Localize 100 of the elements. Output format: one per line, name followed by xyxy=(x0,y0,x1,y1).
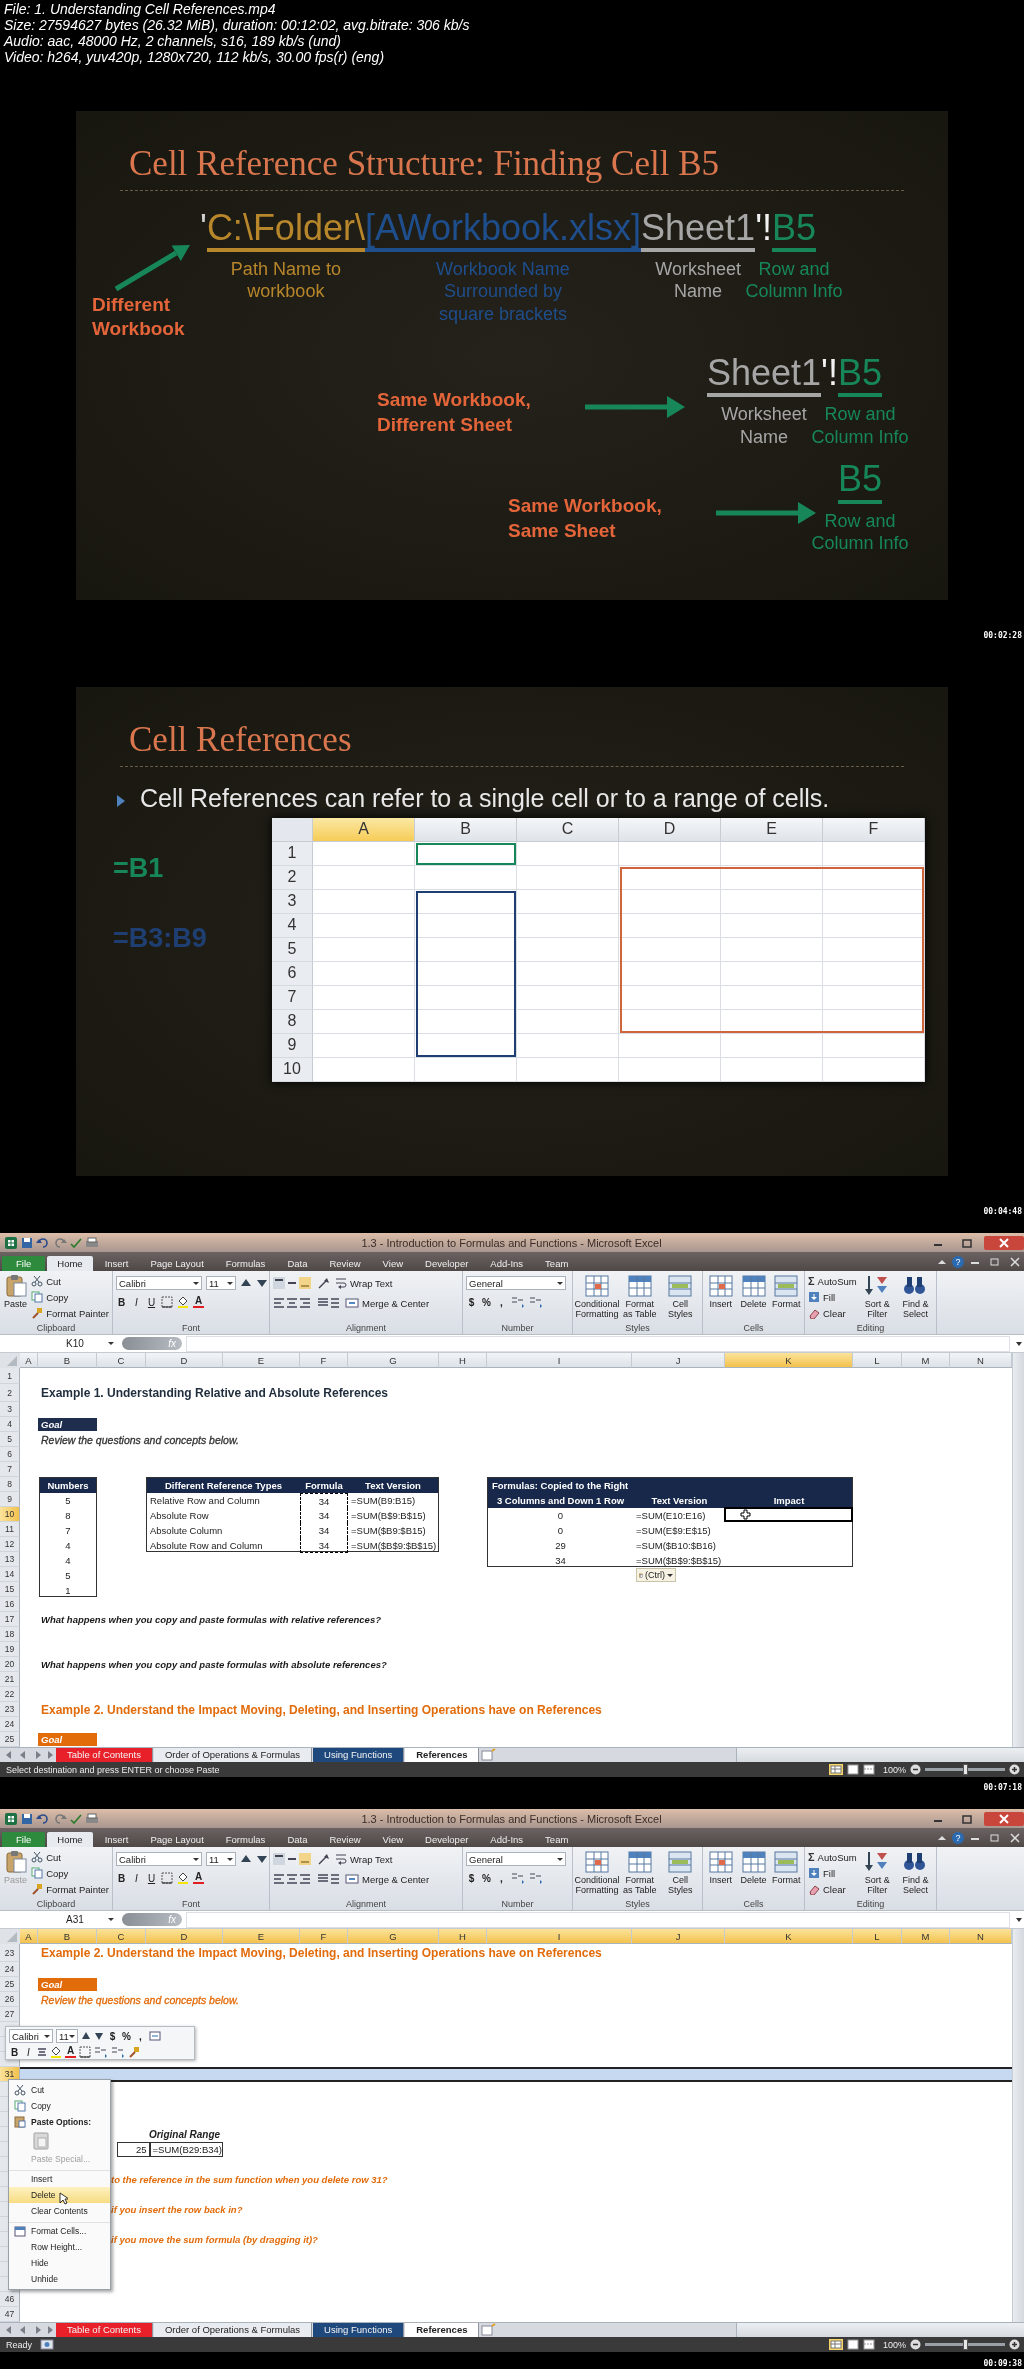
window-title: 1.3 - Introduction to Formulas and Functions - Microsoft Excel xyxy=(360,1236,663,1249)
reference-text: '! xyxy=(755,206,772,248)
group-label: Editing xyxy=(855,1898,886,1910)
caption-text: Worksheet Name xyxy=(721,403,807,449)
formula-text: =B1 xyxy=(113,851,165,884)
table-cell: =SUM(B29:B34) xyxy=(149,2142,223,2157)
slide-title: Cell References xyxy=(129,721,352,760)
column-header: F xyxy=(823,817,925,842)
column-header: A xyxy=(313,817,415,842)
sigma-icon: Σ xyxy=(808,1275,815,1287)
caption-text: Path Name to workbook xyxy=(230,257,341,303)
file-info-text: File: 1. Understanding Cell References.mp4 xyxy=(4,1,277,17)
file-info-text: Video: h264, yuv420p, 1280x720, 112 kb/s, 30.00 fps(r) (eng) xyxy=(4,49,386,65)
question-text: if you move the sum formula (by dragging it)? xyxy=(111,2233,319,2247)
status-text: Select destination and press ENTER or choose Paste xyxy=(6,1764,220,1775)
instruction-text: Review the questions and concepts below. xyxy=(40,1992,239,2007)
row-header: 3 xyxy=(272,889,313,914)
menu-header: Paste Options: xyxy=(9,2114,110,2130)
window-title: 1.3 - Introduction to Formulas and Functions - Microsoft Excel xyxy=(360,1812,663,1825)
table-cell: 34 xyxy=(300,1508,348,1523)
table-cell-text: Absolute Row xyxy=(149,1509,210,1523)
table-header: Text Version xyxy=(633,1493,726,1508)
question-text: What happens when you copy and paste formulas with relative references? xyxy=(40,1613,382,1627)
group-label: Styles xyxy=(624,1322,651,1334)
table-cell-text: =SUM($B$9:$B$15) xyxy=(635,1554,723,1568)
question-text: if you insert the row back in? xyxy=(111,2203,244,2217)
row-header: 5 xyxy=(272,937,313,962)
group-label: Clipboard xyxy=(35,1322,77,1334)
row-header: 4 xyxy=(272,913,313,938)
goal-label: Goal xyxy=(38,1733,97,1746)
table-cell-text: =SUM(E10:E16) xyxy=(635,1509,707,1523)
table-cell-text: Relative Row and Column xyxy=(149,1494,261,1508)
instruction-text: Review the questions and concepts below. xyxy=(40,1432,239,1447)
section-heading: Example 2. Understand the Impact Moving, Deleting, and Inserting Operations have on References xyxy=(40,1945,603,1962)
table-cell-text: 1 xyxy=(64,1584,72,1598)
group-label: Clipboard xyxy=(35,1898,77,1910)
column-header: D xyxy=(619,817,721,842)
reference-text: B5 xyxy=(837,351,882,394)
group-label: Number xyxy=(500,1898,535,1910)
table-cell-text: 4 xyxy=(64,1539,72,1553)
reference-text: Sheet1 xyxy=(706,351,822,394)
example-label: Different Workbook xyxy=(92,292,186,342)
example-label: Same Workbook, Same Sheet xyxy=(507,494,663,543)
table-header: Different Reference Types xyxy=(147,1478,300,1493)
goal-label: Goal xyxy=(38,1978,97,1991)
table-cell-text: 5 xyxy=(64,1569,72,1583)
table-cell-text: 0 xyxy=(556,1509,565,1523)
table-cell-text: 8 xyxy=(64,1509,72,1523)
timestamp: 00:07:18 xyxy=(983,1783,1022,1793)
timestamp: 00:04:48 xyxy=(983,1207,1022,1217)
timestamp: 00:02:28 xyxy=(983,631,1022,641)
table-cell-text: 0 xyxy=(556,1524,565,1538)
column-header: C xyxy=(517,817,619,842)
group-label: Number xyxy=(500,1322,535,1334)
table-cell-text: =SUM(B$9:B$15) xyxy=(350,1509,427,1523)
question-text: to the reference in the sum function when you delete row 31? xyxy=(111,2173,389,2187)
group-label: Alignment xyxy=(345,1898,387,1910)
column-header: B xyxy=(415,817,517,842)
section-heading: Example 2. Understand the Impact Moving, Deleting, and Inserting Operations have on References xyxy=(40,1702,603,1717)
caption-text: Worksheet Name xyxy=(655,257,741,303)
sigma-icon: Σ xyxy=(808,1851,815,1863)
bullet-text: Cell References can refer to a single cell or to a range of cells. xyxy=(140,782,831,814)
table-header: Formulas: Copied to the Right xyxy=(488,1478,852,1493)
reference-text: [AWorkbook.xlsx] xyxy=(364,206,641,248)
caption-text: Row and Column Info xyxy=(811,403,909,449)
table-cell: 34 xyxy=(300,1493,348,1508)
table-cell-text: Absolute Column xyxy=(149,1524,224,1538)
row-header: 9 xyxy=(272,1033,313,1058)
row-header: 6 xyxy=(272,961,313,986)
slide-title: Cell Reference Structure: Finding Cell B5 xyxy=(129,145,719,184)
table-cell-text: 5 xyxy=(64,1494,72,1508)
table-cell-text: =SUM($B9:$B15) xyxy=(350,1524,427,1538)
group-label: Styles xyxy=(624,1898,651,1910)
caption-text: Row and Column Info xyxy=(745,257,843,303)
reference-text: '! xyxy=(821,351,838,394)
row-header: 8 xyxy=(272,1009,313,1034)
table-cell-text: =SUM($B$9:$B$15) xyxy=(350,1539,438,1553)
reference-text: C:\Folder\ xyxy=(206,206,365,248)
timestamp: 00:09:38 xyxy=(983,2359,1022,2369)
group-label: Font xyxy=(181,1898,201,1910)
table-header: Numbers xyxy=(40,1478,96,1493)
zoom-level-text: 100% xyxy=(882,1764,906,1775)
caption-text: Workbook Name Surrounded by square brackets xyxy=(436,257,570,326)
group-label: Cells xyxy=(742,1322,765,1334)
row-header: 10 xyxy=(272,1057,313,1082)
table-cell: 25 xyxy=(117,2142,150,2157)
group-label: Editing xyxy=(855,1322,886,1334)
file-info-text: Size: 27594627 bytes (26.32 MiB), duration: 00:12:02, avg.bitrate: 306 kb/s xyxy=(4,17,471,33)
zoom-level-text: 100% xyxy=(882,2339,906,2350)
column-header: E xyxy=(721,817,823,842)
table-cell-text: =SUM(B9:B15) xyxy=(350,1494,417,1508)
table-cell-text: Absolute Row and Column xyxy=(149,1539,264,1553)
goal-label: Goal xyxy=(38,1418,97,1431)
table-header: Formula xyxy=(300,1478,348,1493)
reference-text: ' xyxy=(200,206,207,248)
group-label: Alignment xyxy=(345,1322,387,1334)
row-header: 7 xyxy=(272,985,313,1010)
row-header: 2 xyxy=(272,865,313,890)
table-cell-text: =SUM($B10:$B16) xyxy=(635,1539,717,1553)
table-cell: 34 xyxy=(300,1523,348,1538)
